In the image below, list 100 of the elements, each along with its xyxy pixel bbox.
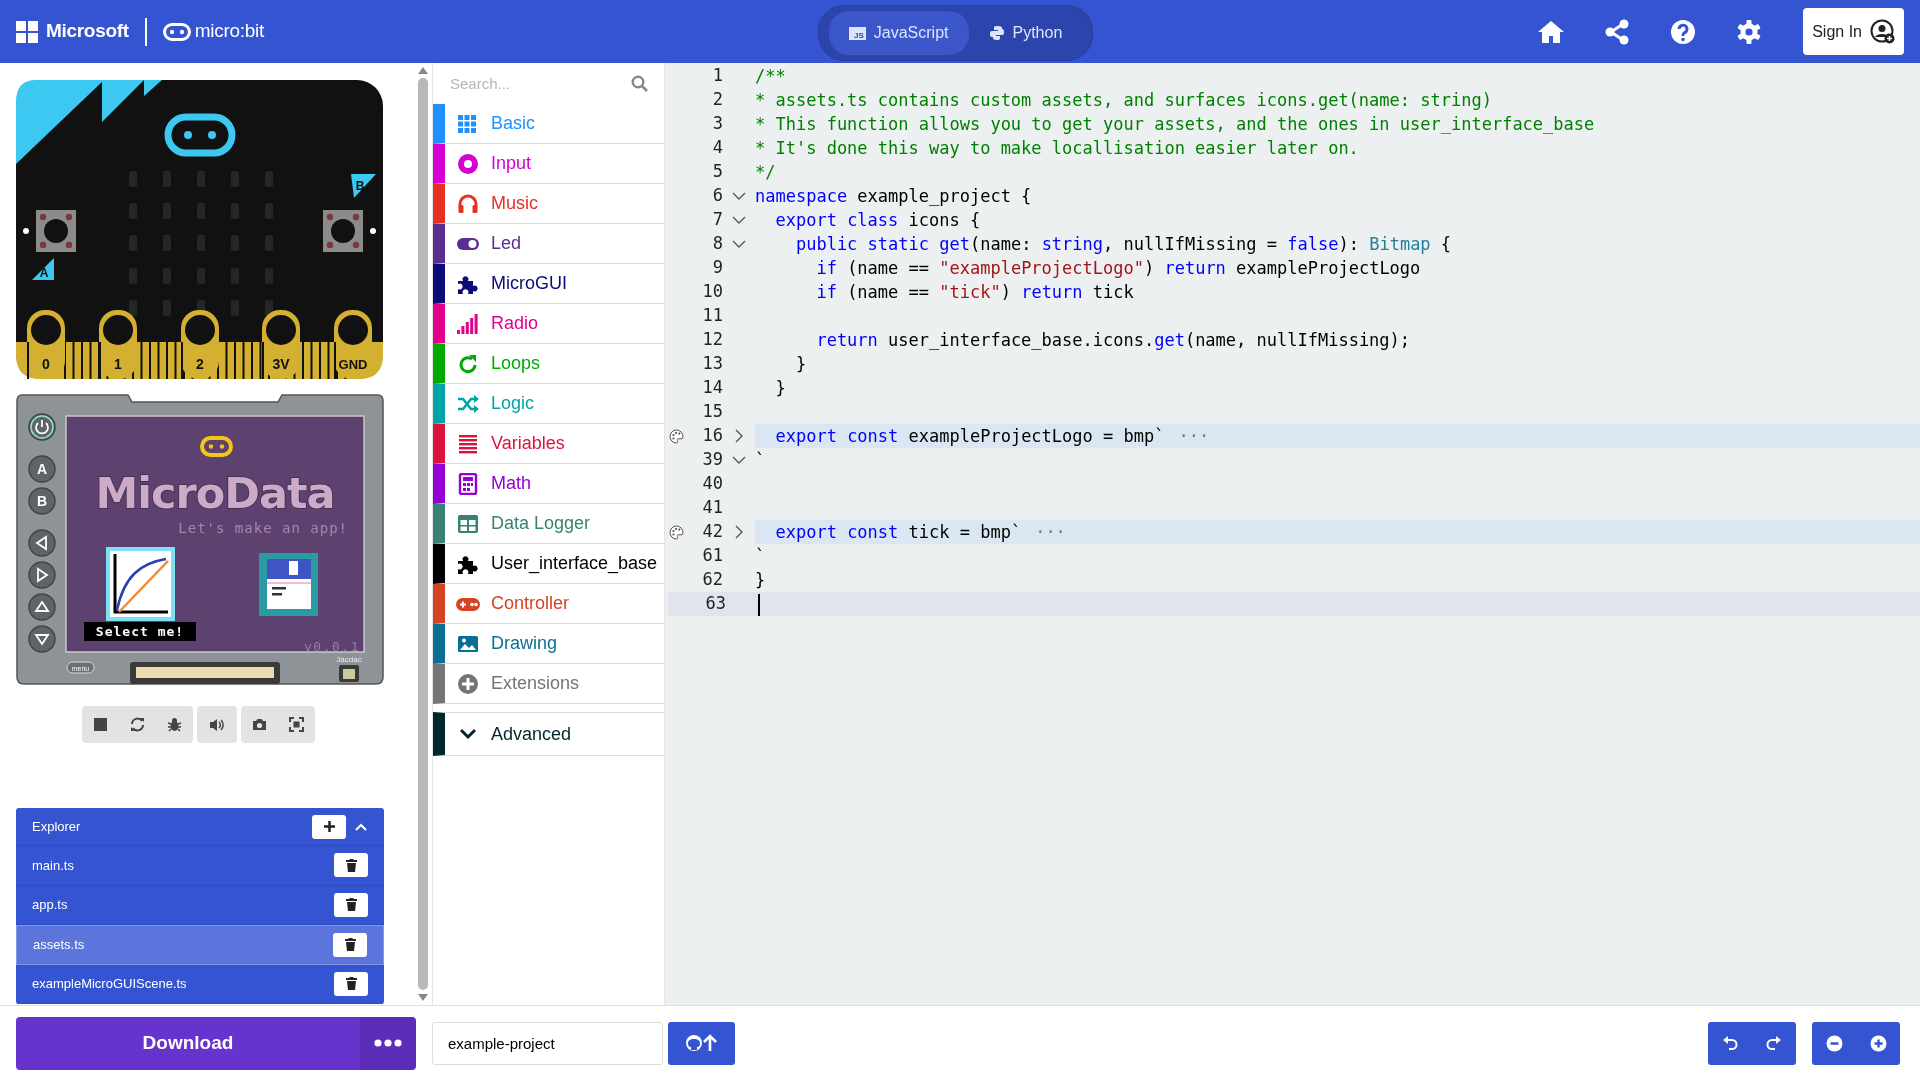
line-number: 2 (711, 88, 723, 112)
line-number: 4 (711, 136, 723, 160)
trash-icon (344, 938, 356, 952)
file-item[interactable]: exampleMicroGUIScene.ts (16, 964, 384, 1004)
zoom-out-icon[interactable] (1812, 1021, 1856, 1065)
arcade-key[interactable]: B (28, 487, 56, 515)
grid-icon (457, 112, 479, 135)
circle-icon (457, 152, 479, 175)
trash-icon (345, 977, 357, 991)
line-number: 61 (701, 544, 723, 568)
caption-label: Select me! (84, 622, 196, 641)
home-drawing (1537, 18, 1566, 45)
javascript-icon: JS (849, 26, 866, 40)
more-options-icon[interactable] (360, 1016, 416, 1070)
line-number: 8 (711, 232, 723, 256)
project-name-field[interactable]: example-project (432, 1021, 663, 1065)
category-item[interactable]: Led (433, 224, 664, 264)
file-item[interactable]: assets.ts (16, 925, 384, 965)
code-line: */ (755, 161, 777, 184)
trash-icon (345, 898, 357, 912)
table-icon (457, 512, 479, 535)
pin-label: 1 (114, 356, 122, 372)
delete-file-button[interactable] (334, 892, 368, 917)
python-icon (988, 25, 1005, 41)
code-line: } (794, 353, 808, 376)
line-number: 14 (701, 376, 723, 400)
code-line: * It's done this way to make locallisation easier later on. (755, 137, 1360, 160)
category-item[interactable]: Input (433, 144, 664, 184)
stop-icon[interactable] (82, 706, 119, 743)
redo-icon[interactable] (1752, 1021, 1796, 1065)
line-number: 41 (701, 496, 723, 520)
delete-file-button[interactable] (333, 932, 367, 957)
code-line: if (name == "exampleProjectLogo") return exampleProjectLogo (815, 257, 1422, 280)
advanced-item[interactable]: Advanced (433, 712, 664, 756)
line-number: 3 (711, 112, 723, 136)
bug-icon[interactable] (156, 706, 193, 743)
category-item[interactable]: Math (433, 464, 664, 504)
plus-circle-drawing (1869, 1034, 1887, 1052)
connector-label: Jacdac (336, 655, 362, 664)
line-number: 9 (711, 256, 723, 280)
line-number: 12 (701, 328, 723, 352)
language-tab[interactable]: JS JavaScript (829, 11, 969, 55)
fullscreen-icon[interactable] (278, 706, 315, 743)
code-line: export class icons { (774, 209, 982, 232)
category-item[interactable]: Radio (433, 304, 664, 344)
delete-file-button[interactable] (334, 853, 368, 878)
line-number: 6 (711, 184, 723, 208)
line-number: 40 (701, 472, 723, 496)
chart-icon[interactable] (106, 547, 175, 621)
category-item[interactable]: Drawing (433, 624, 664, 664)
line-number: 5 (711, 160, 723, 184)
code-line: * This function allows you to get your assets, and the ones in user_interface_base (755, 113, 1596, 136)
connector-port-drawing (339, 665, 359, 682)
zoom-in-icon[interactable] (1856, 1021, 1900, 1065)
signal-icon (456, 312, 480, 335)
category-item[interactable]: Extensions (433, 664, 664, 704)
category-item[interactable]: Loops (433, 344, 664, 384)
pin-label: 3V (272, 356, 290, 372)
download-button[interactable]: Download (16, 1016, 360, 1070)
explorer-title: Explorer (32, 817, 81, 836)
plus-icon (457, 672, 479, 695)
github-upload-button[interactable] (668, 1021, 735, 1065)
power-button[interactable] (28, 413, 56, 441)
code-line: * assets.ts contains custom assets, and surfaces icons.get(name: string) (755, 89, 1493, 112)
sound-icon[interactable] (197, 706, 237, 743)
loop-icon (457, 352, 479, 375)
calculator-icon (457, 472, 479, 495)
github-upload-icon (684, 1034, 719, 1052)
arcade-key[interactable]: A (28, 455, 56, 483)
fullscreen-drawing (289, 717, 304, 732)
shuffle-icon (457, 392, 479, 415)
category-item[interactable]: Data Logger (433, 504, 664, 544)
sign-in-button[interactable]: Sign In (1803, 8, 1904, 55)
line-number: 42 (701, 520, 723, 544)
delete-file-button[interactable] (334, 971, 368, 996)
camera-icon[interactable] (241, 706, 278, 743)
line-number: 11 (701, 304, 723, 328)
headphones-icon (457, 192, 479, 215)
language-tab[interactable]: Python (968, 11, 1083, 55)
bug-drawing (167, 717, 182, 732)
line-number: 1 (711, 64, 723, 88)
file-item[interactable]: main.ts (16, 846, 384, 886)
category-item[interactable]: MicroGUI (433, 264, 664, 304)
line-number: 16 (701, 424, 723, 448)
category-item[interactable]: User_interface_base (433, 544, 664, 584)
category-item[interactable]: Variables (433, 424, 664, 464)
category-item[interactable]: Controller (433, 584, 664, 624)
undo-icon[interactable] (1708, 1021, 1752, 1065)
microsoft-logo-icon (16, 20, 38, 43)
scroll-down-icon (417, 994, 428, 1001)
pin-label: 0 (42, 356, 50, 372)
redo-drawing (1766, 1036, 1782, 1050)
category-item[interactable]: Music (433, 184, 664, 224)
category-item[interactable]: Basic (433, 104, 664, 144)
plus-icon (322, 820, 336, 833)
scroll-up-icon (417, 67, 428, 74)
category-item[interactable]: Logic (433, 384, 664, 424)
add-file-button[interactable] (312, 814, 346, 839)
collapse-chevron-icon (354, 821, 368, 832)
user-icon (1870, 18, 1896, 45)
